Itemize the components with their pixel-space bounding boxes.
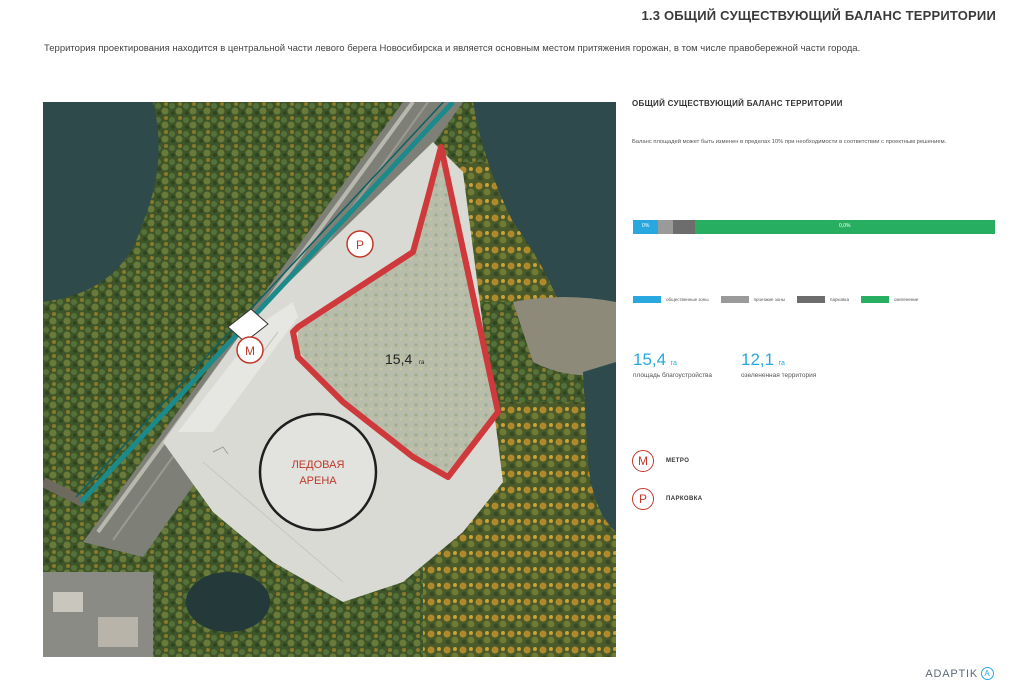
metro-icon: M	[632, 450, 654, 472]
brand-mark-icon: A	[981, 667, 994, 680]
brand-name: ADAPTIK	[925, 667, 978, 680]
legend-label: озеленение	[893, 297, 919, 302]
balance-segment-label: 0,0%	[839, 223, 851, 229]
metro-label: МЕТРО	[666, 458, 690, 464]
stat-unit: га	[670, 360, 677, 367]
legend-swatch	[633, 296, 661, 303]
area-label: 15,4	[385, 351, 412, 367]
site-map: 15,4 га ЛЕДОВАЯ АРЕНА M P	[43, 102, 616, 657]
brand-logo: ADAPTIK A	[925, 667, 994, 680]
arena-label-line2: АРЕНА	[299, 475, 337, 487]
balance-bar: 0% 0,0%	[633, 220, 995, 234]
metro-marker-glyph: M	[245, 344, 255, 358]
parking-icon: P	[632, 488, 654, 510]
legend-item: проезжие зоны	[720, 296, 786, 303]
legend-label: парковка	[830, 297, 849, 302]
legend-swatch	[797, 296, 826, 303]
stat-label: площадь благоустройства	[633, 372, 713, 379]
legend-label: проезжие зоны	[753, 297, 786, 302]
parking-label: ПАРКОВКА	[666, 496, 703, 502]
pond	[186, 572, 270, 632]
legend-parking: P ПАРКОВКА	[632, 488, 703, 510]
balance-segment-label: 0%	[642, 223, 650, 229]
balance-note: Баланс площадей может быть изменен в пре…	[632, 139, 947, 145]
arena-label-line1: ЛЕДОВАЯ	[292, 459, 345, 471]
legend-label: общественные зоны	[666, 297, 709, 302]
legend-item: парковка	[797, 296, 849, 303]
stat-improvement-area: 15,4 га площадь благоустройства	[633, 350, 713, 380]
legend-item: озеленение	[860, 296, 919, 303]
page-title: 1.3 ОБЩИЙ СУЩЕСТВУЮЩИЙ БАЛАНС ТЕРРИТОРИИ	[641, 8, 996, 23]
balance-segment: 0,0%	[694, 220, 995, 234]
legend-swatch	[860, 296, 889, 303]
stat-green-area: 12,1 га озелененная территория	[741, 350, 821, 380]
intro-text: Территория проектирования находится в це…	[44, 43, 861, 54]
stat-value: 15,4	[633, 350, 667, 369]
legend-metro: M МЕТРО	[632, 450, 689, 472]
balance-segment: 0%	[633, 220, 659, 234]
balance-segment	[658, 220, 673, 234]
ice-arena	[258, 412, 378, 532]
balance-title: ОБЩИЙ СУЩЕСТВУЮЩИЙ БАЛАНС ТЕРРИТОРИИ	[632, 99, 843, 108]
stat-label: озелененная территория	[741, 372, 817, 379]
legend-swatch	[720, 296, 749, 303]
balance-legend: общественные зоны проезжие зоны парковка оз…	[633, 296, 1003, 303]
area-unit: га	[419, 360, 425, 366]
parking-marker-glyph: P	[356, 238, 364, 252]
stat-unit: га	[778, 360, 785, 367]
satellite-map-image: 15,4 га ЛЕДОВАЯ АРЕНА M P	[43, 102, 616, 657]
legend-item: общественные зоны	[633, 296, 709, 303]
stat-value: 12,1	[741, 350, 775, 369]
balance-segment	[672, 220, 695, 234]
